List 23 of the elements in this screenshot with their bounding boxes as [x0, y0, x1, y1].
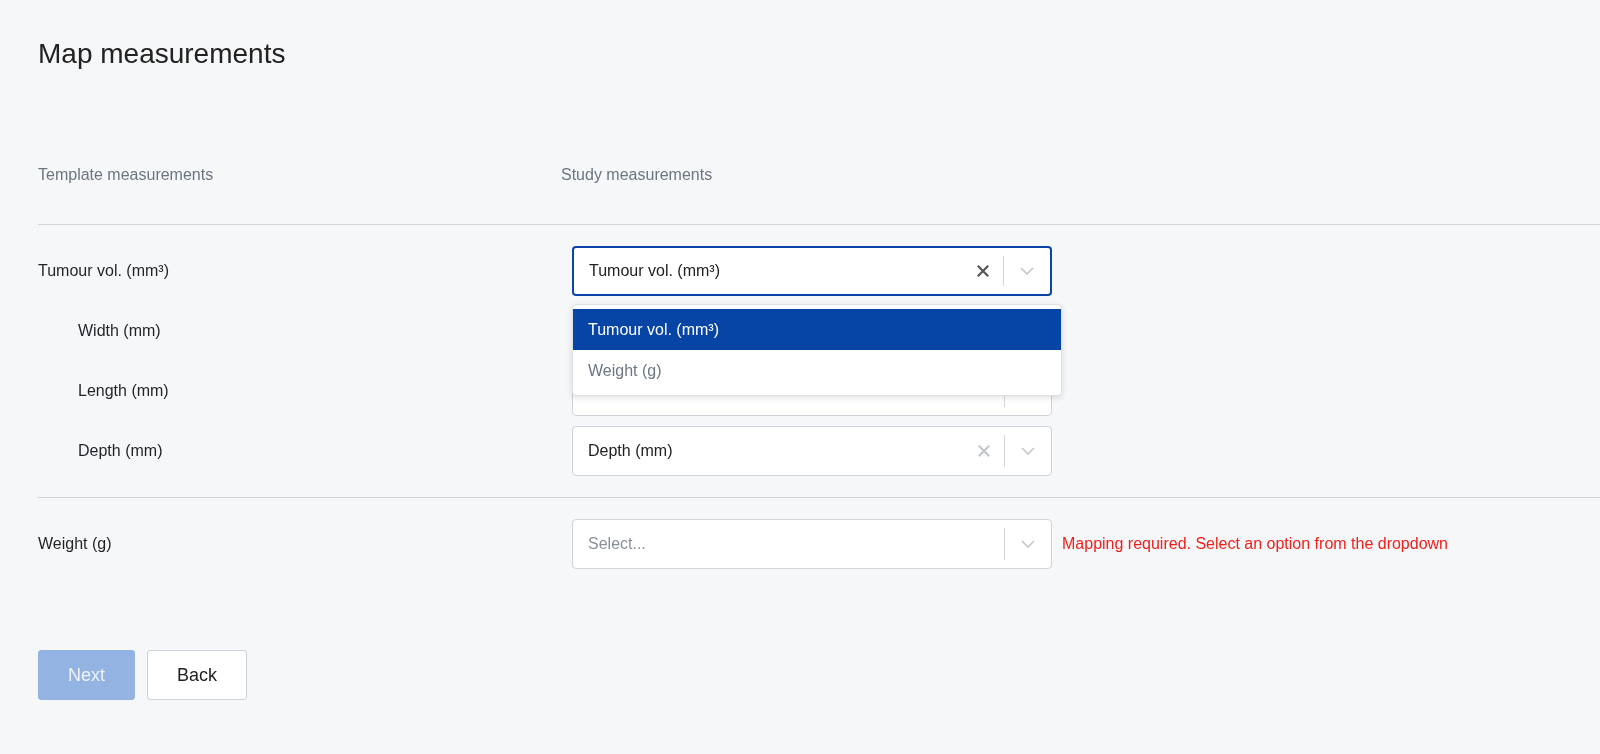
- page-title: Map measurements: [38, 38, 287, 70]
- clear-icon: [978, 445, 990, 457]
- back-button[interactable]: Back: [147, 650, 248, 700]
- measurement-label: Length (mm): [77, 382, 170, 400]
- select-value: Tumour vol. (mm³): [588, 262, 721, 280]
- clear-button[interactable]: [977, 265, 989, 277]
- measurement-label: Tumour vol. (mm³): [38, 262, 170, 280]
- select-field[interactable]: Depth (mm): [572, 426, 1052, 476]
- select-field[interactable]: Tumour vol. (mm³): [572, 246, 1052, 296]
- measurement-label: Depth (mm): [77, 442, 164, 460]
- dropdown-option[interactable]: Weight (g): [573, 350, 1061, 391]
- chevron-down-icon: [1021, 540, 1035, 548]
- dropdown-option[interactable]: Tumour vol. (mm³): [573, 309, 1061, 350]
- select-placeholder: Select...: [587, 535, 647, 553]
- error-message: Mapping required. Select an option from the dropdown: [1062, 535, 1448, 553]
- column-header: Study measurements: [561, 166, 713, 184]
- measurement-label: Width (mm): [77, 322, 162, 340]
- chevron-down-icon: [1020, 267, 1034, 275]
- column-header: Template measurements: [38, 166, 215, 184]
- select-value: Depth (mm): [587, 442, 674, 460]
- measurement-label: Weight (g): [38, 535, 113, 553]
- chevron-down-icon: [1021, 447, 1035, 455]
- clear-icon: [977, 265, 989, 277]
